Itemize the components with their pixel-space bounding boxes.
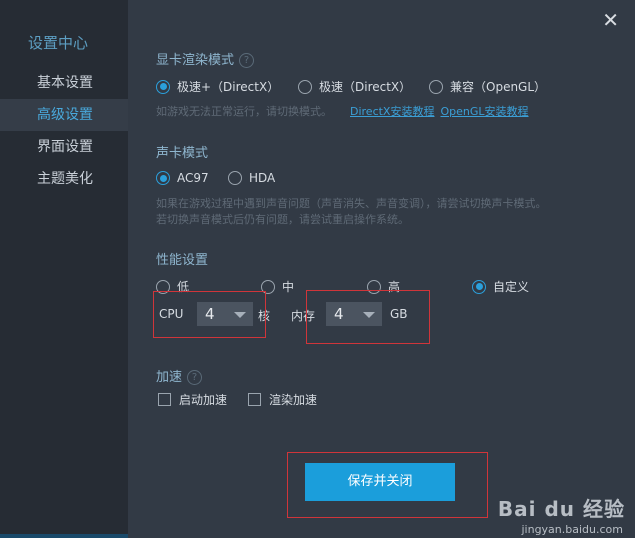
gpu-section-title: 显卡渲染模式?: [156, 49, 255, 68]
cpu-highlight-box: [153, 291, 266, 338]
sidebar-item-advanced[interactable]: 高级设置: [0, 99, 128, 131]
performance-option-label: 自定义: [493, 280, 530, 294]
audio-option-label: HDA: [249, 171, 276, 185]
audio-option-ac97[interactable]: AC97: [156, 171, 209, 185]
audio-section-title: 声卡模式: [156, 146, 209, 161]
memory-highlight-box: [306, 290, 430, 344]
audio-option-label: AC97: [177, 171, 209, 185]
checkbox-icon: [248, 393, 261, 406]
performance-section-title: 性能设置: [156, 253, 209, 268]
startup-accel-checkbox[interactable]: 启动加速: [158, 391, 227, 408]
performance-option-label: 中: [282, 280, 295, 294]
radio-selected-icon: [156, 171, 170, 185]
accel-section-title: 加速?: [156, 366, 203, 385]
save-and-close-button[interactable]: 保存并关闭: [305, 463, 455, 501]
gpu-option-turbo-plus[interactable]: 极速+（DirectX）: [156, 78, 279, 95]
checkbox-icon: [158, 393, 171, 406]
sidebar-item-theme[interactable]: 主题美化: [0, 163, 128, 195]
checkbox-label: 渲染加速: [269, 393, 318, 407]
help-icon[interactable]: ?: [239, 53, 255, 68]
gpu-option-label: 极速（DirectX）: [319, 80, 412, 94]
sidebar: 设置中心 基本设置 高级设置 界面设置 主题美化: [0, 0, 128, 538]
close-icon[interactable]: ✕: [602, 8, 619, 32]
watermark-brand: Bai du 经验: [497, 497, 625, 521]
gpu-option-label: 兼容（OpenGL）: [450, 80, 547, 94]
gpu-option-compat[interactable]: 兼容（OpenGL）: [429, 78, 546, 95]
gpu-option-label: 极速+（DirectX）: [177, 80, 280, 94]
gpu-option-turbo[interactable]: 极速（DirectX）: [298, 78, 411, 95]
settings-window: 设置中心 基本设置 高级设置 界面设置 主题美化 ✕ 显卡渲染模式? 极速+（D…: [0, 0, 635, 538]
radio-icon: [429, 79, 443, 94]
radio-icon: [228, 171, 242, 185]
sidebar-bottom-bar: [0, 534, 128, 538]
radio-selected-icon: [472, 279, 486, 294]
main-panel: ✕ 显卡渲染模式? 极速+（DirectX） 极速（DirectX） 兼容（Op…: [128, 0, 635, 538]
opengl-tutorial-link[interactable]: OpenGL安装教程: [440, 105, 528, 118]
watermark-url: jingyan.baidu.com: [521, 523, 623, 536]
directx-tutorial-link[interactable]: DirectX安装教程: [350, 105, 434, 118]
radio-selected-icon: [156, 79, 170, 94]
radio-icon: [298, 79, 312, 94]
audio-hint-line-2: 若切换声音模式后仍有问题，请尝试重启操作系统。: [156, 213, 409, 226]
performance-option-custom[interactable]: 自定义: [472, 278, 529, 295]
help-icon[interactable]: ?: [187, 370, 203, 385]
checkbox-label: 启动加速: [179, 393, 228, 407]
render-accel-checkbox[interactable]: 渲染加速: [248, 391, 317, 408]
accel-title-text: 加速: [156, 370, 183, 385]
gpu-hint: 如游戏无法正常运行，请切换模式。 DirectX安装教程 OpenGL安装教程: [156, 104, 529, 120]
sidebar-item-interface[interactable]: 界面设置: [0, 131, 128, 163]
gpu-title-text: 显卡渲染模式: [156, 53, 235, 68]
audio-option-hda[interactable]: HDA: [228, 171, 275, 185]
sidebar-title: 设置中心: [28, 34, 89, 52]
audio-hint-line-1: 如果在游戏过程中遇到声音问题（声音消失、声音变调），请尝试切换声卡模式。: [156, 197, 547, 210]
sidebar-item-basic[interactable]: 基本设置: [0, 67, 128, 99]
gpu-hint-text: 如游戏无法正常运行，请切换模式。: [156, 105, 332, 118]
